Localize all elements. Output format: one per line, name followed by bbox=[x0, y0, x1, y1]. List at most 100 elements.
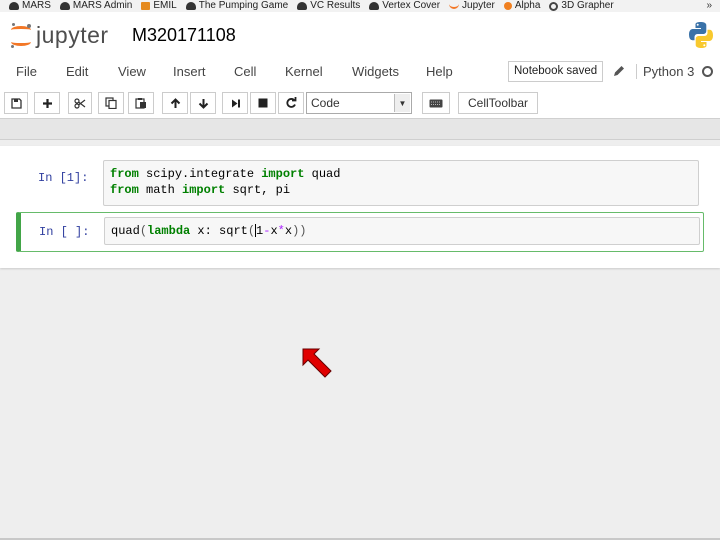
menu-view[interactable]: View bbox=[118, 64, 146, 79]
bookmark-label: Vertex Cover bbox=[382, 0, 441, 11]
menu-insert[interactable]: Insert bbox=[173, 64, 206, 79]
celltoolbar-button[interactable]: CellToolbar bbox=[458, 92, 538, 114]
code-token: x bbox=[270, 224, 278, 238]
bookmark-alpha[interactable]: Alpha bbox=[503, 0, 541, 12]
notebook-page: In [1]: from scipy.integrate import quad… bbox=[0, 146, 720, 268]
cloud-icon bbox=[59, 2, 70, 10]
bookmark-vc-results[interactable]: VC Results bbox=[297, 0, 360, 12]
notebook-toolbar: Code ▼ CellToolbar bbox=[0, 88, 720, 118]
bookmark-jupyter[interactable]: Jupyter bbox=[449, 0, 495, 12]
skip-forward-icon bbox=[231, 99, 240, 107]
menu-bar: File Edit View Insert Cell Kernel Widget… bbox=[0, 60, 720, 88]
bookmark-mars[interactable]: MARS bbox=[9, 0, 51, 12]
bookmark-label: 3D Grapher bbox=[561, 0, 614, 11]
bookmark-the-pumping-game[interactable]: The Pumping Game bbox=[185, 0, 289, 12]
jupyter-logo-text: jupyter bbox=[36, 22, 109, 48]
globe-icon bbox=[549, 1, 559, 11]
menu-widgets[interactable]: Widgets bbox=[352, 64, 399, 79]
code-token: import bbox=[261, 167, 305, 181]
bookmark-label: Jupyter bbox=[462, 0, 495, 11]
code-token: quad bbox=[111, 224, 140, 238]
kernel-idle-indicator-icon bbox=[702, 66, 713, 77]
bookmark-3d-grapher[interactable]: 3D Grapher bbox=[549, 0, 614, 12]
code-token: quad bbox=[304, 167, 341, 181]
keyboard-icon bbox=[429, 99, 443, 107]
kernel-name[interactable]: Python 3 bbox=[636, 64, 694, 79]
code-cell[interactable]: In [1]: from scipy.integrate import quad… bbox=[16, 156, 704, 210]
bookmark-mars-admin[interactable]: MARS Admin bbox=[59, 0, 133, 12]
code-line: from scipy.integrate import quad bbox=[110, 166, 692, 182]
interrupt-kernel-button[interactable] bbox=[250, 92, 276, 114]
code-token: from bbox=[110, 183, 139, 197]
code-token: )) bbox=[292, 224, 307, 238]
restart-kernel-button[interactable] bbox=[278, 92, 304, 114]
paste-icon bbox=[135, 98, 146, 109]
code-token: import bbox=[182, 183, 226, 197]
menu-kernel[interactable]: Kernel bbox=[285, 64, 323, 79]
jupyter-logo[interactable]: jupyter bbox=[10, 22, 109, 49]
red-arrow-pointer-icon bbox=[302, 348, 332, 378]
save-icon bbox=[10, 97, 22, 109]
move-cell-up-button[interactable] bbox=[162, 92, 188, 114]
code-line: from math import sqrt, pi bbox=[110, 182, 692, 198]
code-token: * bbox=[277, 224, 285, 238]
code-token: scipy.integrate bbox=[138, 167, 262, 181]
jupyter-logo-icon bbox=[10, 22, 32, 49]
move-cell-down-button[interactable] bbox=[190, 92, 216, 114]
m-icon bbox=[141, 2, 151, 10]
cell-type-value: Code bbox=[311, 96, 340, 110]
code-line: quad(lambda x: sqrt(1-x*x)) bbox=[111, 223, 693, 239]
save-button[interactable] bbox=[4, 92, 28, 114]
notebook-area[interactable]: In [1]: from scipy.integrate import quad… bbox=[0, 140, 720, 538]
command-palette-button[interactable] bbox=[422, 92, 450, 114]
jupyter-icon bbox=[449, 3, 460, 9]
notebook-header: jupyter M320171108 bbox=[0, 12, 720, 60]
copy-button[interactable] bbox=[98, 92, 124, 114]
selected-code-cell[interactable]: In [ ]: quad(lambda x: sqrt(1-x*x)) bbox=[16, 212, 704, 252]
bookmark-label: The Pumping Game bbox=[198, 0, 289, 11]
code-token: x bbox=[284, 224, 293, 238]
pencil-icon[interactable] bbox=[612, 64, 626, 78]
cut-icon bbox=[74, 97, 86, 109]
arrow-up-icon bbox=[170, 97, 180, 108]
code-input[interactable]: quad(lambda x: sqrt(1-x*x)) bbox=[104, 217, 700, 245]
menu-help[interactable]: Help bbox=[426, 64, 453, 79]
bookmark-label: VC Results bbox=[310, 0, 361, 11]
bookmark-label: MARS bbox=[22, 0, 51, 11]
menu-edit[interactable]: Edit bbox=[66, 64, 88, 79]
gear-icon bbox=[503, 2, 512, 10]
notebook-name[interactable]: M320171108 bbox=[132, 25, 236, 46]
bookmark-vertex-cover[interactable]: Vertex Cover bbox=[369, 0, 440, 12]
cloud-icon bbox=[185, 2, 196, 10]
code-token: x: sqrt bbox=[190, 224, 248, 238]
copy-icon bbox=[105, 97, 117, 109]
cut-button[interactable] bbox=[68, 92, 92, 114]
code-token: sqrt, pi bbox=[225, 183, 291, 197]
paste-button[interactable] bbox=[128, 92, 154, 114]
code-token: math bbox=[138, 183, 183, 197]
menu-file[interactable]: File bbox=[16, 64, 37, 79]
menu-cell[interactable]: Cell bbox=[234, 64, 256, 79]
python-logo-icon bbox=[689, 22, 713, 48]
cell-prompt: In [ ]: bbox=[39, 225, 90, 239]
bookmark-label: Alpha bbox=[514, 0, 541, 11]
insert-cell-button[interactable] bbox=[34, 92, 60, 114]
run-cell-button[interactable] bbox=[222, 92, 248, 114]
arrow-down-icon bbox=[198, 98, 208, 109]
plus-icon bbox=[42, 98, 52, 108]
save-status-badge: Notebook saved bbox=[508, 61, 604, 82]
stop-icon bbox=[258, 98, 268, 108]
cloud-icon bbox=[9, 2, 19, 10]
cell-prompt: In [1]: bbox=[38, 171, 89, 185]
cloud-icon bbox=[369, 2, 380, 10]
bookmark-label: EMIL bbox=[153, 0, 177, 11]
code-input[interactable]: from scipy.integrate import quad from mat… bbox=[103, 160, 699, 206]
bookmark-label: MARS Admin bbox=[72, 0, 133, 11]
restart-icon bbox=[286, 97, 297, 108]
bookmark-emil[interactable]: EMIL bbox=[141, 0, 177, 12]
header-separator bbox=[0, 118, 720, 140]
cloud-icon bbox=[297, 2, 308, 10]
bookmarks-more-button[interactable]: » bbox=[706, 0, 712, 12]
code-token: ( bbox=[139, 224, 148, 238]
cell-type-select[interactable]: Code ▼ bbox=[306, 92, 412, 114]
